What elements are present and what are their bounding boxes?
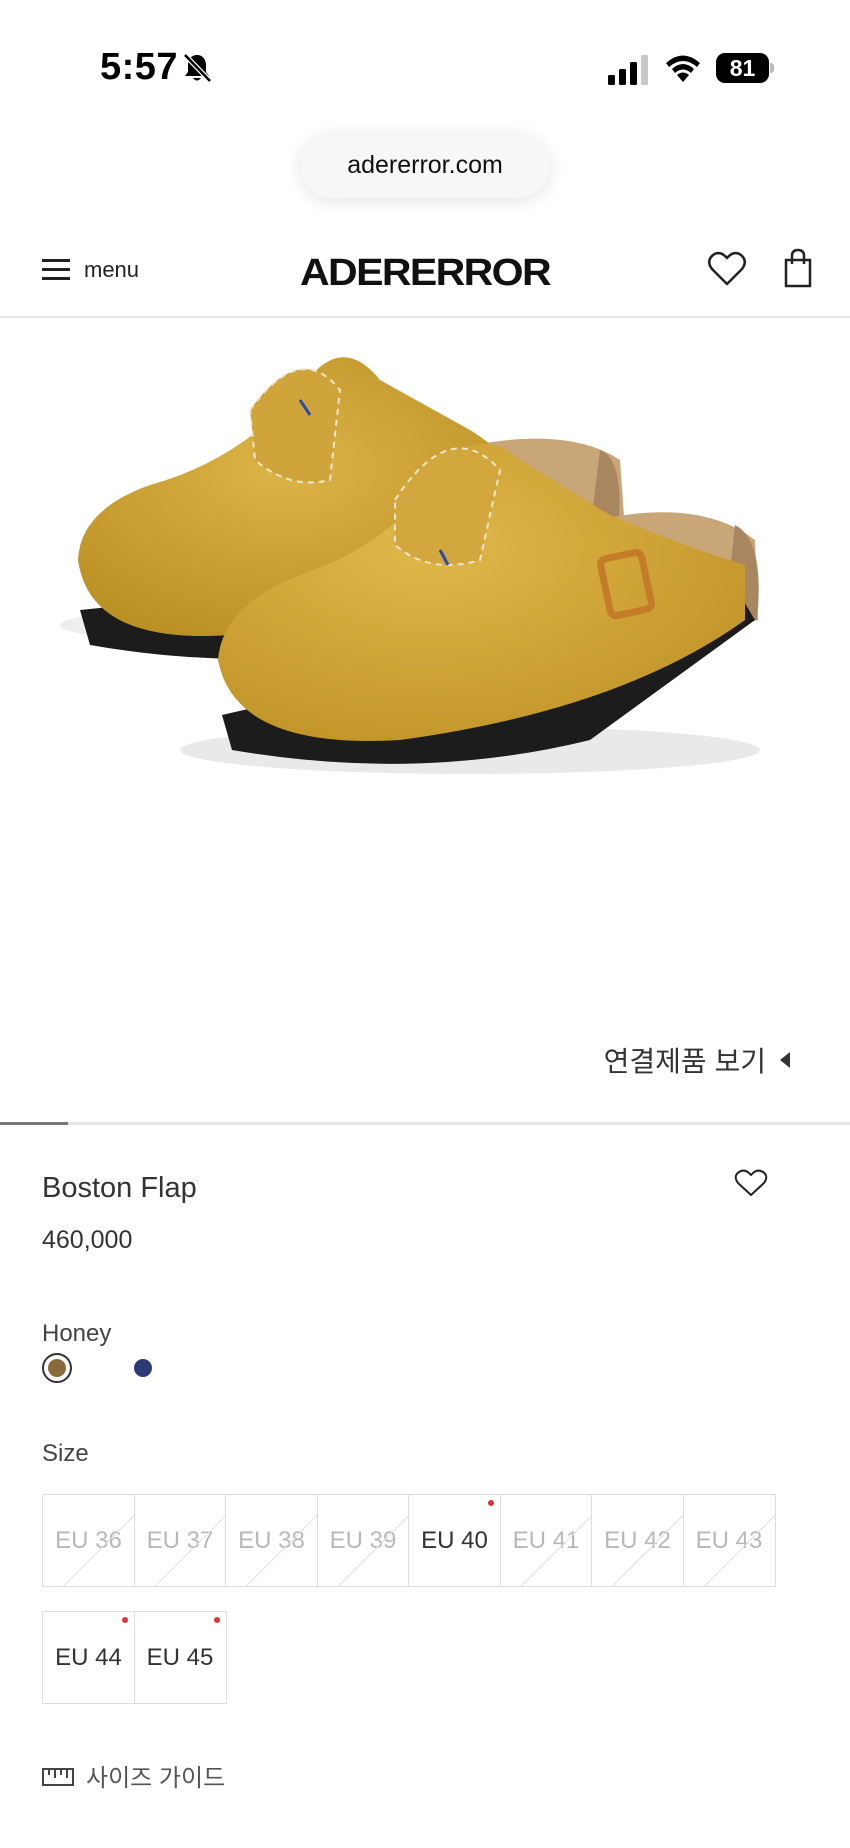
available-indicator-dot (213, 1617, 220, 1623)
image-slider-progress (0, 1122, 850, 1125)
wifi-icon (666, 55, 700, 82)
size-option-eu-42[interactable]: EU 42 (591, 1494, 684, 1587)
size-row: EU 36 EU 37 EU 38 EU 39 EU 40 EU 41 EU 42 EU 43 (42, 1494, 786, 1587)
size-option-label: EU 38 (238, 1526, 305, 1554)
status-time: 5:57 (100, 46, 179, 88)
size-row: EU 44 EU 45 (42, 1611, 786, 1704)
size-guide-link[interactable]: 사이즈 가이드 (42, 1758, 225, 1793)
size-label: Size (42, 1440, 89, 1467)
size-option-label: EU 42 (604, 1526, 671, 1554)
color-swatch-honey[interactable] (42, 1353, 72, 1383)
size-option-eu-37[interactable]: EU 37 (133, 1494, 227, 1587)
available-indicator-dot (488, 1500, 494, 1506)
size-option-label: EU 44 (55, 1643, 122, 1671)
cellular-signal-icon (608, 55, 648, 85)
selected-color-label: Honey (42, 1320, 112, 1347)
size-option-label: EU 39 (329, 1526, 397, 1554)
size-option-eu-38[interactable]: EU 38 (225, 1494, 318, 1587)
shopping-bag-icon[interactable] (783, 248, 813, 288)
size-option-eu-43[interactable]: EU 43 (682, 1494, 776, 1587)
product-price: 460,000 (42, 1226, 133, 1254)
size-option-label: EU 37 (146, 1526, 214, 1554)
product-name: Boston Flap (42, 1172, 197, 1204)
linked-products-link[interactable]: 연결제품 보기 (604, 1040, 790, 1080)
ruler-icon (42, 1767, 74, 1786)
size-option-label: EU 43 (695, 1526, 763, 1554)
status-bar: 5:57 81 (0, 0, 850, 130)
size-option-label: EU 41 (512, 1526, 580, 1554)
caret-left-icon (780, 1052, 790, 1068)
size-option-eu-44[interactable]: EU 44 (42, 1611, 135, 1704)
battery-level: 81 (716, 53, 769, 83)
site-header: menu ADERERROR (0, 230, 850, 318)
linked-products-label: 연결제품 보기 (603, 1046, 766, 1077)
size-option-eu-45[interactable]: EU 45 (133, 1611, 227, 1704)
size-option-label: EU 40 (421, 1526, 488, 1554)
heart-icon[interactable] (707, 250, 747, 288)
color-swatch-navy[interactable] (134, 1359, 152, 1377)
available-indicator-dot (122, 1617, 128, 1623)
heart-icon[interactable] (734, 1168, 768, 1198)
size-option-eu-39[interactable]: EU 39 (316, 1494, 410, 1587)
image-slider-progress-fill (0, 1122, 68, 1125)
size-selector: EU 36 EU 37 EU 38 EU 39 EU 40 EU 41 EU 42 EU 43… (42, 1494, 786, 1704)
size-option-eu-36[interactable]: EU 36 (42, 1494, 135, 1587)
bell-slash-icon (183, 53, 212, 83)
size-option-eu-40[interactable]: EU 40 (408, 1494, 501, 1587)
size-guide-label: 사이즈 가이드 (86, 1765, 226, 1792)
product-image[interactable] (0, 320, 850, 880)
size-option-eu-41[interactable]: EU 41 (499, 1494, 593, 1587)
size-option-label: EU 45 (146, 1643, 214, 1671)
color-swatch-dot (48, 1359, 66, 1377)
address-bar[interactable]: adererror.com (300, 132, 550, 198)
size-option-label: EU 36 (55, 1526, 122, 1554)
battery-icon: 81 (716, 53, 774, 83)
